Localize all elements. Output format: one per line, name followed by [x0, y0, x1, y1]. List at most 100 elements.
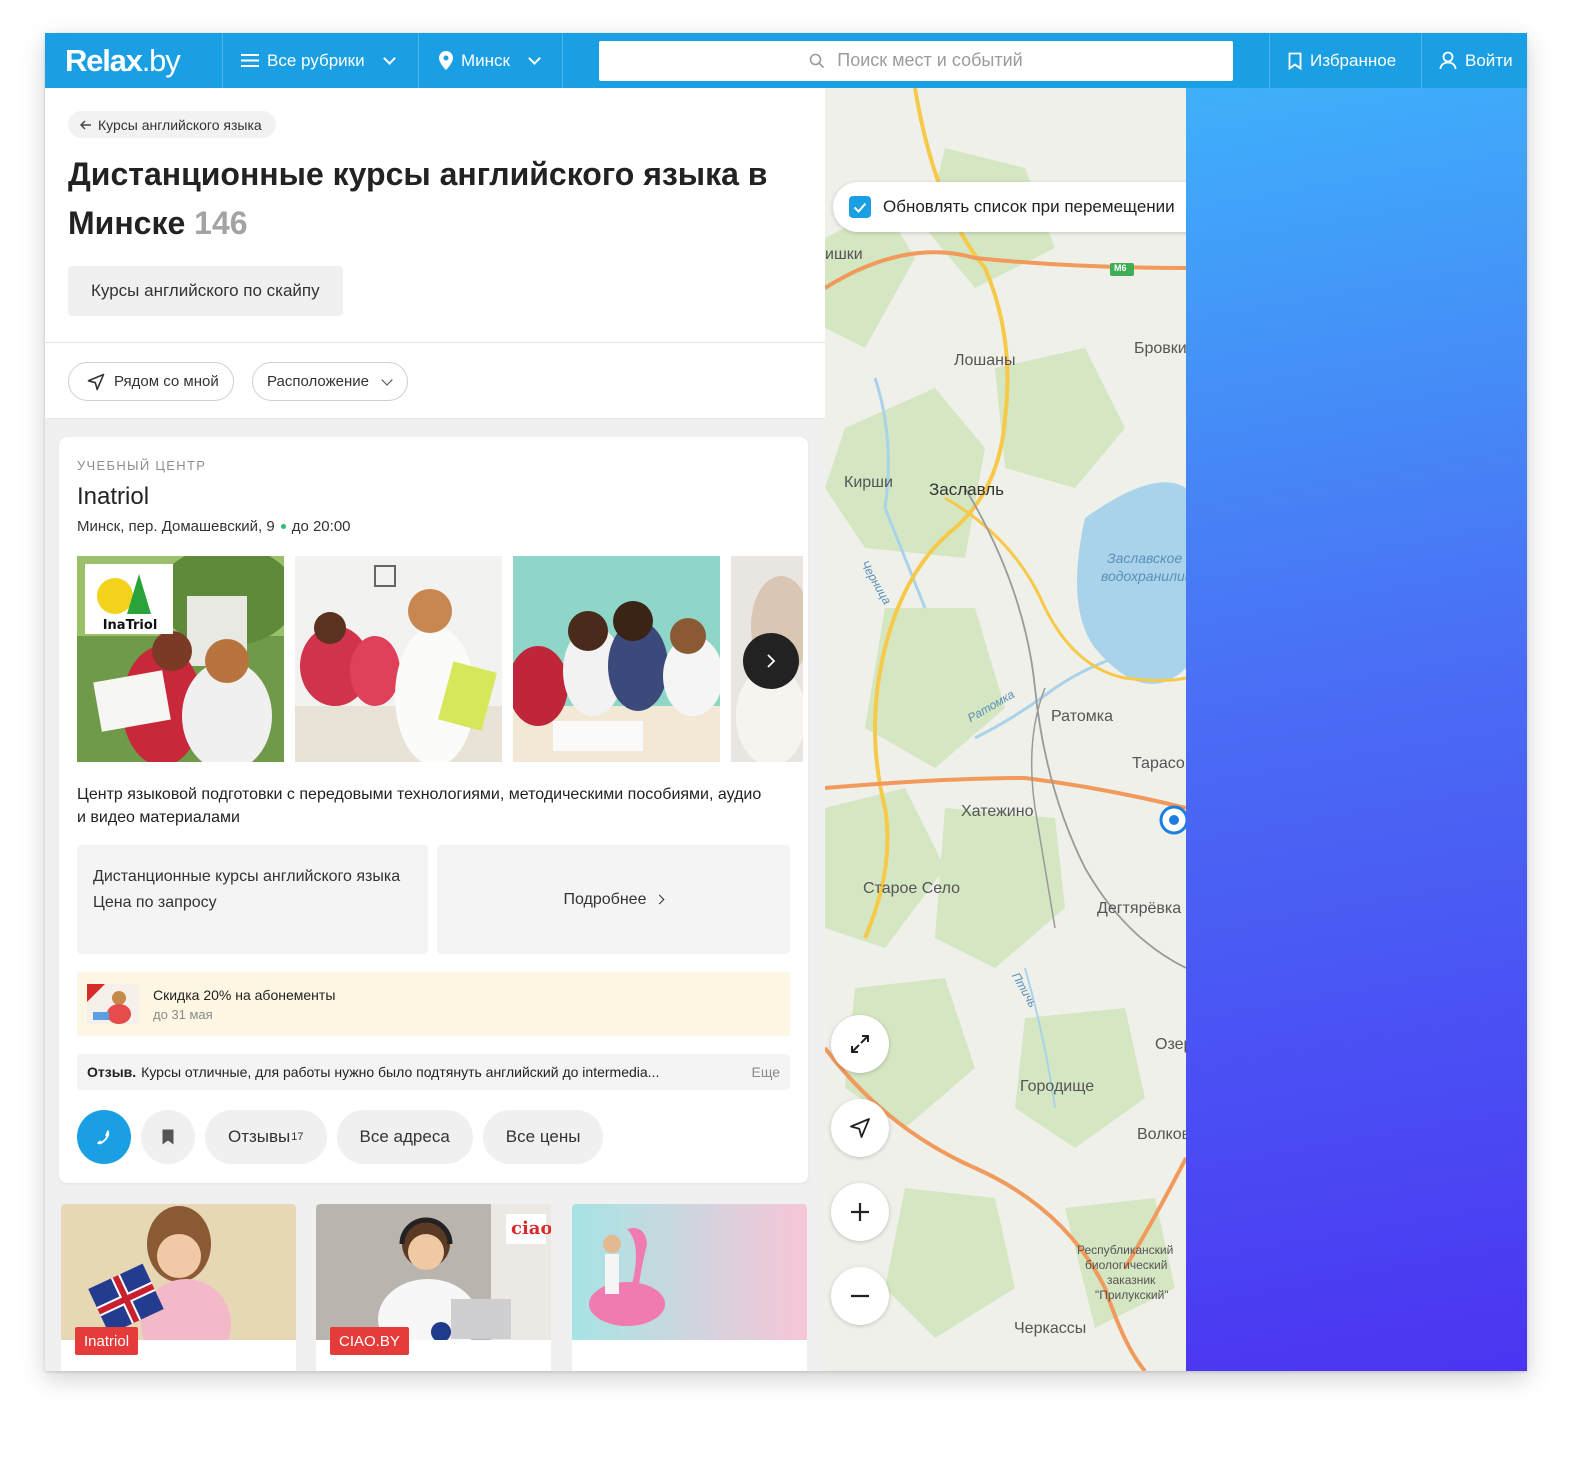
photo-teacher-folder: [295, 556, 502, 762]
mini-card-2-sign: ciao: [511, 1218, 551, 1239]
location-label: Расположение: [267, 373, 369, 390]
chevron-down-icon: [381, 373, 393, 386]
photo-3[interactable]: [513, 556, 720, 762]
photo-1[interactable]: InaTriol: [77, 556, 284, 762]
map-tiles: [825, 88, 1186, 1371]
photo-logo-text: InaTriol: [102, 618, 158, 633]
location-pin-icon: [439, 51, 453, 70]
mini-card-1[interactable]: Inatriol: [61, 1204, 296, 1371]
org-hours: до 20:00: [291, 518, 351, 535]
arrow-left-icon: [80, 120, 91, 129]
zoom-in-button[interactable]: [831, 1183, 889, 1241]
back-to-category-link[interactable]: Курсы английского языка: [68, 111, 276, 138]
search-icon: [809, 53, 825, 68]
tag-skype-courses[interactable]: Курсы английского по скайпу: [68, 266, 343, 316]
map-panel[interactable]: М6 ишки Лошаны Бровки Кирши Заславль Зас…: [825, 88, 1186, 1371]
all-prices-button[interactable]: Все цены: [482, 1110, 604, 1164]
map-road-label: М6: [1114, 263, 1127, 273]
gradient-background: [1186, 88, 1527, 1371]
mini-card-3-image: [572, 1204, 807, 1340]
chevron-right-icon: [655, 894, 665, 905]
city-selector[interactable]: Минск: [419, 33, 563, 88]
org-address: Минск, пер. Домашевский, 9: [77, 518, 275, 535]
rubrics-menu-button[interactable]: Все рубрики: [223, 33, 419, 88]
hamburger-icon: [241, 54, 259, 67]
more-details-label: Подробнее: [563, 890, 647, 908]
map-label: Бровки: [1134, 340, 1186, 357]
phone-icon: [97, 1130, 110, 1145]
mini-card-1-badge: Inatriol: [75, 1327, 139, 1355]
save-bookmark-button[interactable]: [141, 1110, 195, 1164]
user-icon: [1439, 51, 1457, 70]
favorites-label: Избранное: [1310, 50, 1397, 70]
browser-viewport: Relax .by Все рубрики Минск Поиск мест и …: [45, 33, 1527, 1371]
fullscreen-button[interactable]: [831, 1015, 889, 1073]
favorites-button[interactable]: Избранное: [1270, 33, 1422, 88]
review-snippet[interactable]: Отзыв. Курсы отличные, для работы нужно …: [77, 1054, 790, 1090]
offer-box[interactable]: Дистанционные курсы английского языка Це…: [77, 845, 428, 954]
promo-title: Скидка 20% на абонементы: [153, 986, 336, 1003]
review-more-link[interactable]: Еще: [752, 1064, 781, 1080]
login-button[interactable]: Войти: [1422, 33, 1527, 88]
map-label: Озерцо: [1155, 1036, 1186, 1053]
all-prices-label: Все цены: [505, 1127, 581, 1146]
location-filter[interactable]: Расположение: [252, 362, 408, 401]
page-title-text: Дистанционные курсы английского языка в …: [68, 156, 768, 241]
checkbox-checked-icon: [849, 196, 871, 218]
photo-carousel[interactable]: InaTriol: [77, 556, 803, 762]
search-container: Поиск мест и событий: [563, 33, 1270, 88]
reviews-count: 17: [291, 1131, 304, 1143]
navigation-arrow-icon: [87, 373, 105, 390]
plus-icon: [851, 1203, 869, 1221]
chevron-right-icon: [767, 654, 776, 668]
near-me-filter[interactable]: Рядом со мной: [68, 362, 234, 401]
card-actions: Отзывы 17 Все адреса Все цены: [77, 1110, 604, 1164]
map-label: Тарасово: [1132, 755, 1186, 772]
update-on-move-checkbox[interactable]: Обновлять список при перемещении: [833, 182, 1186, 232]
all-addresses-button[interactable]: Все адреса: [336, 1110, 473, 1164]
map-label: Хатежино: [961, 803, 1034, 820]
mini-card-2[interactable]: ciao CIAO.BY: [316, 1204, 551, 1371]
promo-banner[interactable]: Скидка 20% на абонементы до 31 мая: [77, 972, 790, 1036]
review-text: Курсы отличные, для работы нужно было по…: [141, 1064, 660, 1080]
listing-panel: Курсы английского языка Дистанционные ку…: [45, 88, 825, 1371]
org-address-line: Минск, пер. Домашевский, 9 до 20:00: [77, 518, 351, 535]
map-label: водохранилище: [1101, 568, 1186, 584]
org-description: Центр языковой подготовки с передовыми т…: [77, 786, 762, 826]
map-label: Кирши: [844, 474, 893, 491]
near-me-label: Рядом со мной: [114, 373, 219, 390]
photo-students-park: [77, 556, 284, 762]
map-label: биологический: [1085, 1258, 1168, 1272]
review-label: Отзыв.: [87, 1064, 137, 1080]
expand-icon: [851, 1035, 869, 1053]
login-label: Войти: [1465, 50, 1513, 70]
offer-name: Дистанционные курсы английского языка: [93, 868, 401, 885]
org-name[interactable]: Inatriol: [77, 483, 149, 511]
reviews-button[interactable]: Отзывы 17: [205, 1110, 327, 1164]
site-logo[interactable]: Relax .by: [45, 33, 223, 88]
listing-header: Курсы английского языка Дистанционные ку…: [45, 88, 825, 343]
back-label: Курсы английского языка: [98, 116, 262, 133]
all-addresses-label: Все адреса: [359, 1127, 450, 1146]
map-label: Городище: [1020, 1078, 1095, 1095]
reviews-label: Отзывы: [228, 1127, 291, 1146]
org-category: УЧЕБНЫЙ ЦЕНТР: [77, 458, 207, 473]
search-input[interactable]: Поиск мест и событий: [599, 40, 1233, 81]
call-button[interactable]: [77, 1110, 131, 1164]
chevron-down-icon: [528, 51, 541, 65]
rubrics-label: Все рубрики: [267, 50, 365, 70]
city-label: Минск: [461, 50, 510, 70]
mini-card-2-badge: CIAO.BY: [330, 1327, 409, 1355]
map-label: Республиканский: [1077, 1243, 1174, 1257]
map-label: Старое Село: [863, 880, 961, 897]
zoom-out-button[interactable]: [831, 1267, 889, 1325]
map-label: Дегтярёвка: [1097, 900, 1182, 917]
logo-suffix: .by: [141, 42, 181, 78]
listing-card: УЧЕБНЫЙ ЦЕНТР Inatriol Минск, пер. Домаш…: [59, 437, 808, 1183]
carousel-next-button[interactable]: [743, 633, 799, 689]
my-location-button[interactable]: [831, 1099, 889, 1157]
mini-card-3[interactable]: [572, 1204, 807, 1371]
more-details-button[interactable]: Подробнее: [437, 845, 790, 954]
photo-2[interactable]: [295, 556, 502, 762]
bookmark-icon: [1288, 52, 1302, 70]
